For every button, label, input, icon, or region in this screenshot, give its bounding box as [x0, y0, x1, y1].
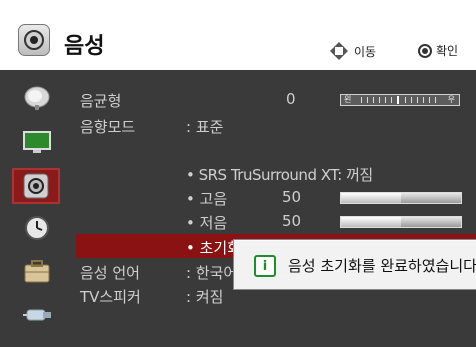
audio-language-value: : 한국어	[186, 264, 238, 282]
sidebar-item-option[interactable]	[14, 256, 60, 288]
page-title: 음성	[64, 34, 105, 59]
sidebar-item-channel[interactable]	[14, 82, 60, 114]
reset-item[interactable]: • 초기화	[186, 237, 241, 258]
sidebar-item-sound[interactable]	[12, 168, 60, 204]
speaker-icon	[18, 24, 50, 56]
speaker-icon	[23, 173, 49, 199]
bass-label[interactable]: • 저음	[186, 212, 227, 233]
audio-language-label[interactable]: 음성 언어	[80, 262, 140, 283]
input-device-icon	[23, 309, 51, 321]
treble-slider[interactable]	[340, 192, 462, 204]
treble-label[interactable]: • 고음	[186, 188, 227, 209]
balance-label[interactable]: 음균형	[80, 90, 121, 111]
tv-speaker-label[interactable]: TV스피커	[80, 286, 141, 307]
clock-icon	[25, 216, 49, 240]
treble-slider-fill	[341, 193, 401, 203]
move-label: 이동	[354, 44, 377, 59]
tv-speaker-value: : 켜짐	[186, 288, 224, 306]
balance-left-mark: 왼	[344, 95, 352, 104]
sidebar-item-picture[interactable]	[14, 126, 60, 158]
srs-setting[interactable]: • SRS TruSurround XT: 꺼짐	[186, 164, 373, 185]
bass-slider[interactable]	[340, 216, 462, 228]
balance-slider[interactable]: 왼 우	[340, 94, 460, 106]
reset-complete-dialog: i 음성 초기화를 완료하였습니다.	[234, 240, 476, 289]
sound-mode-value: : 표준	[186, 118, 224, 136]
ok-hint: 확인	[418, 42, 458, 59]
ok-label: 확인	[436, 44, 459, 58]
info-icon: i	[254, 255, 276, 277]
directional-arrows-icon	[328, 40, 350, 62]
toolbox-icon	[24, 260, 50, 283]
monitor-icon	[23, 131, 51, 153]
bass-slider-fill	[341, 217, 401, 227]
sound-menu-panel: 음균형 0 왼 우 음향모드 : 표준 • SRS TruSurround XT…	[76, 70, 476, 347]
dialog-message: 음성 초기화를 완료하였습니다.	[288, 257, 476, 275]
sidebar-item-input[interactable]	[14, 298, 60, 330]
sound-mode-label[interactable]: 음향모드	[80, 116, 135, 137]
ok-button-icon	[418, 43, 432, 58]
sidebar-item-time[interactable]	[14, 212, 60, 244]
treble-value: 50	[282, 188, 302, 206]
header: 음성 이동 확인	[0, 0, 476, 70]
bass-value: 50	[282, 212, 302, 230]
move-hint: 이동	[328, 40, 376, 62]
category-sidebar	[0, 70, 76, 347]
balance-value: 0	[286, 90, 296, 108]
balance-right-mark: 우	[447, 95, 455, 104]
satellite-dish-icon	[24, 86, 50, 110]
